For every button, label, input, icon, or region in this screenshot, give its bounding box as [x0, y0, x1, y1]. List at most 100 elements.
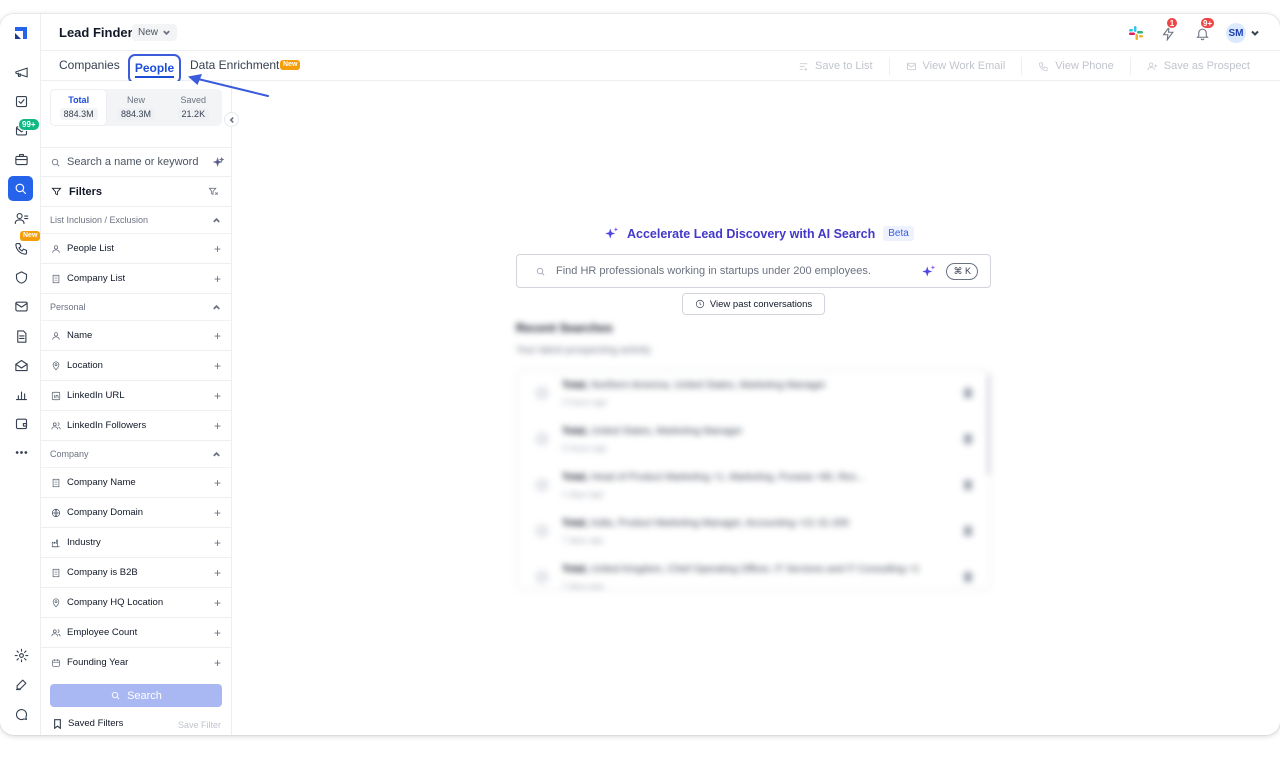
filter-name[interactable]: Name + — [41, 321, 231, 351]
trash-icon[interactable] — [964, 480, 972, 490]
people-icon — [51, 628, 61, 638]
mail-open-icon[interactable] — [10, 354, 32, 376]
section-company[interactable]: Company — [41, 441, 231, 468]
filter-company-name[interactable]: Company Name + — [41, 468, 231, 498]
filter-label: Name — [67, 330, 93, 341]
section-list-inclusion[interactable]: List Inclusion / Exclusion — [41, 207, 231, 234]
filter-label: Company is B2B — [67, 567, 138, 578]
ai-search-heading: Accelerate Lead Discovery with AI Search… — [604, 226, 914, 241]
recent-item-label: Total, — [562, 380, 588, 391]
ai-sparkle-icon — [605, 227, 619, 239]
building-icon — [51, 274, 61, 284]
briefcase-icon[interactable] — [10, 148, 32, 170]
add-icon: + — [213, 625, 221, 640]
view-work-email-button[interactable]: View Work Email — [888, 57, 1022, 75]
lightning-button[interactable]: 1 — [1158, 17, 1178, 43]
slack-icon[interactable] — [1128, 25, 1144, 41]
filter-location[interactable]: Location + — [41, 351, 231, 381]
stat-new-value: 884.3M — [116, 108, 155, 120]
person-icon — [51, 244, 61, 254]
filter-company-domain[interactable]: Company Domain + — [41, 498, 231, 528]
shield-icon[interactable] — [10, 266, 32, 288]
view-dropdown[interactable]: New — [132, 24, 178, 41]
tab-companies[interactable]: Companies — [59, 58, 120, 72]
filter-company-hq-location[interactable]: Company HQ Location + — [41, 588, 231, 618]
filter-linkedin-url[interactable]: LinkedIn URL + — [41, 381, 231, 411]
recent-item-query: United States, Marketing Manager — [590, 426, 743, 437]
saved-filters-link[interactable]: Saved Filters — [53, 718, 123, 729]
filter-label: LinkedIn URL — [67, 390, 125, 401]
view-past-conversations-button[interactable]: View past conversations — [682, 293, 825, 315]
view-phone-button[interactable]: View Phone — [1021, 57, 1130, 75]
inbox-badge: 99+ — [18, 118, 40, 131]
person-icon — [51, 331, 61, 341]
keyword-search-input[interactable] — [67, 156, 207, 168]
recent-item-label: Total, — [562, 518, 588, 529]
user-menu[interactable]: SM — [1226, 23, 1260, 43]
recent-item-label: Total, — [562, 426, 588, 437]
list-item[interactable]: Total, Head of Product Marketing +1, Mar… — [517, 463, 990, 509]
contacts-icon[interactable] — [10, 207, 32, 229]
bulk-actions: Save to List View Work Email View Phone … — [782, 57, 1266, 75]
search-history-icon — [535, 524, 549, 538]
section-personal[interactable]: Personal — [41, 294, 231, 321]
trash-icon[interactable] — [964, 434, 972, 444]
filter-label: Company List — [67, 273, 126, 284]
search-button[interactable]: Search — [50, 684, 222, 707]
scrollbar[interactable] — [987, 375, 990, 475]
globe-icon — [51, 508, 61, 518]
chevron-down-icon — [163, 30, 170, 36]
list-item[interactable]: Total, United Kingdom, Chief Operating O… — [517, 555, 990, 589]
collapse-panel-button[interactable] — [224, 112, 239, 127]
settings-gear-icon[interactable] — [10, 644, 32, 666]
save-as-prospect-button[interactable]: Save as Prospect — [1129, 57, 1266, 75]
stat-new[interactable]: New 884.3M — [107, 89, 164, 126]
clear-filters-button[interactable] — [208, 186, 219, 200]
filter-industry[interactable]: Industry + — [41, 528, 231, 558]
ai-sparkle-icon[interactable] — [921, 264, 936, 279]
ai-sparkle-icon[interactable] — [213, 156, 224, 168]
recent-searches-list: Total, Northern America, United States, … — [516, 370, 991, 590]
notifications-button[interactable]: 9+ — [1192, 17, 1216, 43]
dialer-new-badge: New — [20, 231, 41, 241]
filter-founding-year[interactable]: Founding Year + — [41, 648, 231, 669]
building-icon — [51, 568, 61, 578]
megaphone-icon[interactable] — [10, 61, 32, 83]
document-icon[interactable] — [10, 325, 32, 347]
add-icon: + — [213, 358, 221, 373]
building-icon — [51, 478, 61, 488]
save-as-prospect-label: Save as Prospect — [1163, 60, 1250, 72]
chat-icon[interactable] — [10, 703, 32, 725]
list-item[interactable]: Total, Northern America, United States, … — [517, 371, 990, 417]
filter-employee-count[interactable]: Employee Count + — [41, 618, 231, 648]
app-logo-icon[interactable] — [13, 25, 29, 41]
bar-chart-icon[interactable] — [10, 383, 32, 405]
mail-icon[interactable] — [10, 295, 32, 317]
filter-label: People List — [67, 243, 115, 254]
linkedin-icon — [51, 391, 61, 401]
more-icon[interactable] — [10, 441, 32, 463]
trash-icon[interactable] — [964, 526, 972, 536]
list-item[interactable]: Total, United States, Marketing Manager … — [517, 417, 990, 463]
trash-icon[interactable] — [964, 388, 972, 398]
save-filter-button[interactable]: Save Filter — [178, 720, 221, 730]
ai-search-input[interactable] — [556, 265, 912, 277]
wallet-icon[interactable] — [10, 412, 32, 434]
filter-linkedin-followers[interactable]: LinkedIn Followers + — [41, 411, 231, 441]
tab-people[interactable]: People — [128, 54, 181, 84]
stat-total[interactable]: Total 884.3M — [50, 89, 108, 126]
task-check-icon[interactable] — [10, 90, 32, 112]
add-icon: + — [213, 271, 221, 286]
trash-icon[interactable] — [964, 572, 972, 582]
filter-label: Location — [67, 360, 103, 371]
stat-total-label: Total — [68, 95, 90, 105]
filter-company-b2b[interactable]: Company is B2B + — [41, 558, 231, 588]
save-to-list-button[interactable]: Save to List — [782, 57, 888, 75]
filter-label: Employee Count — [67, 627, 138, 638]
history-clock-icon — [695, 299, 704, 309]
list-item[interactable]: Total, India, Product Marketing Manager,… — [517, 509, 990, 555]
search-icon[interactable] — [8, 176, 33, 201]
filter-company-list[interactable]: Company List + — [41, 264, 231, 294]
filter-people-list[interactable]: People List + — [41, 234, 231, 264]
feedback-edit-icon[interactable] — [10, 673, 32, 695]
